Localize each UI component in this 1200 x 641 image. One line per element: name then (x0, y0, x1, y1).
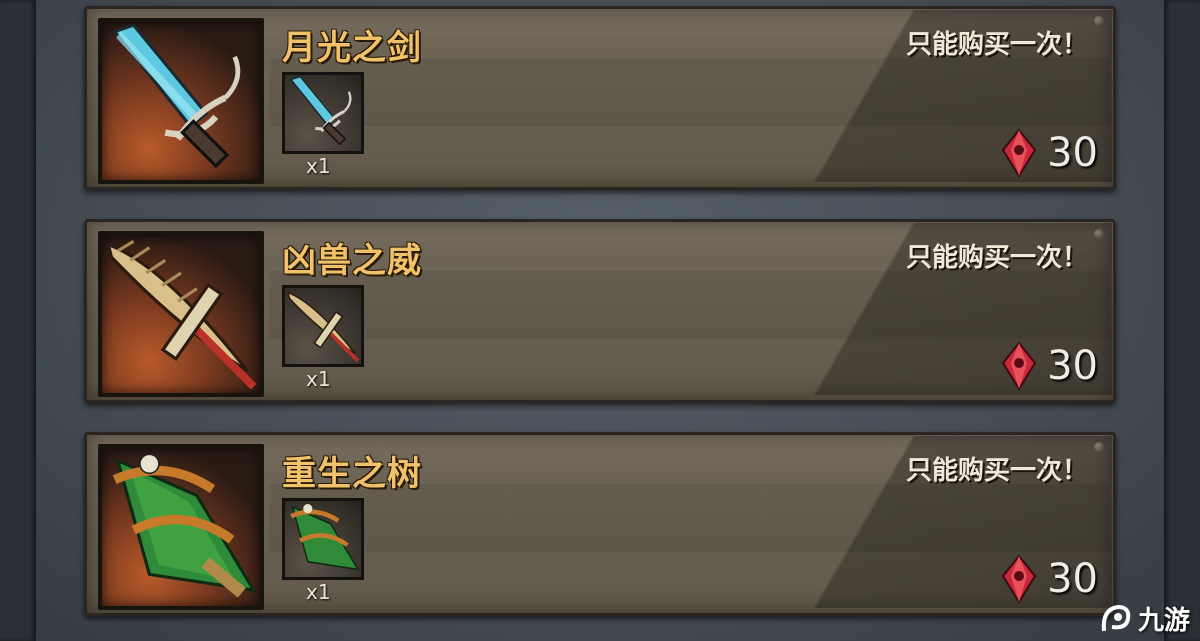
right-frame (1164, 0, 1200, 641)
watermark-text: 九游 (1137, 606, 1190, 636)
red-gem-icon (1001, 554, 1037, 604)
price-button[interactable]: 30 (1001, 554, 1098, 604)
purchase-limit-label: 只能购买一次！ (905, 30, 1088, 60)
item-title: 重生之树 (282, 454, 422, 494)
item-title: 凶兽之威 (282, 241, 422, 281)
purchase-limit-label: 只能购买一次！ (905, 456, 1088, 486)
price-button[interactable]: 30 (1001, 128, 1098, 178)
feather-blade-icon (98, 231, 264, 397)
nine-game-logo-icon (1101, 604, 1131, 631)
left-frame (0, 0, 36, 641)
shop-item-card[interactable]: 月光之剑 只能购买一次！ x1 30 (84, 6, 1116, 190)
crystal-sword-icon (282, 72, 364, 154)
skull-tree-icon (282, 498, 364, 580)
shop-item-card[interactable]: 凶兽之威 只能购买一次！ x1 30 (84, 219, 1116, 403)
price-amount: 30 (1047, 343, 1098, 389)
red-gem-icon (1001, 128, 1037, 178)
crystal-sword-icon (98, 18, 264, 184)
purchase-limit-label: 只能购买一次！ (905, 243, 1088, 273)
item-quantity: x1 (306, 580, 331, 604)
price-amount: 30 (1047, 130, 1098, 176)
skull-tree-icon (98, 444, 264, 610)
watermark: 九游 (1098, 600, 1190, 637)
item-quantity: x1 (306, 367, 331, 391)
red-gem-icon (1001, 341, 1037, 391)
price-amount: 30 (1047, 556, 1098, 602)
shop-item-card[interactable]: 重生之树 只能购买一次！ x1 30 (84, 432, 1116, 616)
rivet-icon (1094, 442, 1104, 452)
item-quantity: x1 (306, 154, 331, 178)
price-button[interactable]: 30 (1001, 341, 1098, 391)
rivet-icon (1094, 229, 1104, 239)
item-title: 月光之剑 (282, 28, 422, 68)
feather-blade-icon (282, 285, 364, 367)
rivet-icon (1094, 16, 1104, 26)
